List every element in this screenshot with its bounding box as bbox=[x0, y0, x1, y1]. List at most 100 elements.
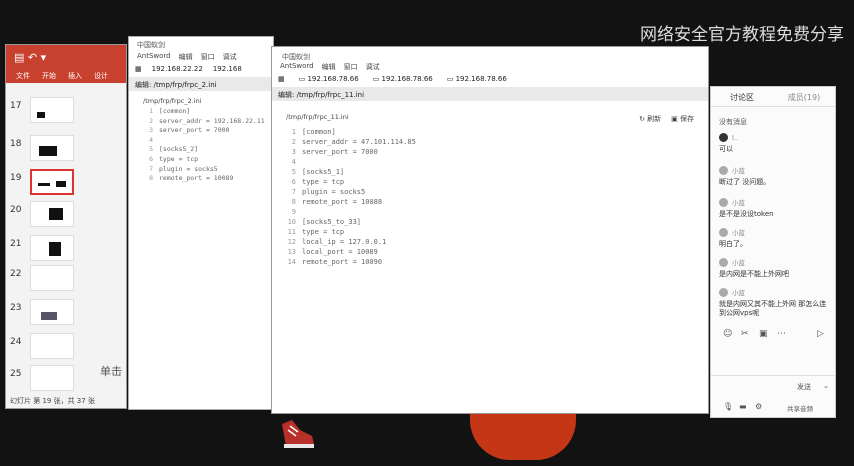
window-title: 中国蚁剑 bbox=[282, 53, 310, 61]
mic-icon[interactable]: 🎙 bbox=[723, 402, 733, 411]
slide-thumb-row[interactable]: 21 bbox=[6, 235, 126, 261]
tab-host[interactable]: ▭ 192.168.78.66 bbox=[447, 75, 507, 85]
line-number: 14 bbox=[287, 258, 296, 266]
slide-thumb-row[interactable]: 22 bbox=[6, 265, 126, 291]
tab-host[interactable]: ▭ 192.168.78.66 bbox=[373, 75, 433, 85]
slide-thumb-row[interactable]: 18 bbox=[6, 135, 126, 161]
line-number: 7 bbox=[291, 188, 296, 196]
menu-debug[interactable]: 调试 bbox=[366, 62, 380, 72]
menu-debug[interactable]: 调试 bbox=[223, 52, 237, 62]
line-number: 5 bbox=[291, 168, 296, 176]
code-editor[interactable]: 1 [common] 2 server_addr = 47.101.114.85 3… bbox=[272, 123, 708, 267]
avatar bbox=[719, 227, 728, 237]
slide-thumbnail-selected[interactable] bbox=[30, 169, 74, 195]
message-text: 断过了 没问题。 bbox=[719, 178, 771, 186]
send-button[interactable]: 发送 bbox=[797, 382, 811, 392]
home-icon[interactable]: ▦ bbox=[278, 75, 285, 85]
tab-discussion[interactable]: 讨论区 bbox=[711, 87, 773, 106]
code-text: type = tcp bbox=[159, 154, 199, 163]
menu-edit[interactable]: 编辑 bbox=[322, 62, 336, 72]
save-label: 保存 bbox=[680, 115, 694, 123]
code-line: 8 remote_port = 10088 bbox=[282, 197, 708, 207]
file-path: /tmp/frp/frpc_2.ini bbox=[143, 97, 202, 105]
slide-placeholder-text: 单击 bbox=[100, 365, 122, 378]
line-number: 8 bbox=[149, 174, 153, 183]
slide-thumb-row[interactable]: 23 bbox=[6, 299, 126, 325]
slide-thumbnail[interactable] bbox=[30, 97, 74, 123]
chat-message: 小蓝 是内网是不能上外网吧 bbox=[719, 257, 831, 279]
code-line: 4 bbox=[282, 157, 708, 167]
editor-title: 编辑: /tmp/frp/frpc_2.ini bbox=[129, 77, 273, 91]
tab-members[interactable]: 成员(19) bbox=[773, 87, 835, 106]
ppt-tab-design[interactable]: 设计 bbox=[94, 71, 108, 81]
tab-host[interactable]: ▭ 192.168.78.66 bbox=[299, 75, 359, 85]
line-number: 1 bbox=[291, 128, 296, 136]
chevron-down-icon[interactable]: ⌄ bbox=[823, 382, 829, 390]
slide-number: 24 bbox=[10, 337, 22, 347]
slide-thumbnail[interactable] bbox=[30, 365, 74, 391]
code-text: plugin = socks5 bbox=[159, 164, 218, 173]
red-object-image bbox=[470, 414, 576, 460]
menu-antsword[interactable]: AntSword bbox=[137, 52, 171, 62]
image-icon[interactable]: ▣ bbox=[759, 329, 768, 339]
code-editor[interactable]: 1 [common] 2 server_addr = 192.168.22.11 3… bbox=[129, 107, 273, 184]
refresh-button[interactable]: ↻ 刷新 bbox=[639, 114, 661, 124]
code-line: 7 plugin = socks5 bbox=[282, 187, 708, 197]
more-icon[interactable]: ⋯ bbox=[777, 329, 786, 339]
slide-thumbnail[interactable] bbox=[30, 333, 74, 359]
code-line: 12 local_ip = 127.0.0.1 bbox=[282, 237, 708, 247]
code-line: 2 server_addr = 192.168.22.11 bbox=[139, 117, 273, 127]
ppt-tab-home[interactable]: 开始 bbox=[42, 71, 56, 81]
play-icon[interactable]: ▷ bbox=[817, 329, 824, 339]
code-text: [socks5_1] bbox=[302, 168, 345, 176]
settings-icon[interactable]: ⚙ bbox=[755, 402, 762, 411]
ppt-status-bar: 幻灯片 第 19 张，共 37 张 bbox=[10, 397, 95, 405]
slide-thumbnail[interactable] bbox=[30, 235, 74, 261]
slide-thumbnail[interactable] bbox=[30, 135, 74, 161]
slide-number: 21 bbox=[10, 239, 22, 249]
code-line: 3 server_port = 7000 bbox=[282, 147, 708, 157]
line-number: 13 bbox=[287, 248, 296, 256]
speaker-icon[interactable]: ▬ bbox=[739, 402, 747, 411]
line-number: 8 bbox=[291, 198, 296, 206]
slide-thumbnail[interactable] bbox=[30, 201, 74, 227]
slide-thumbnail[interactable] bbox=[30, 299, 74, 325]
avatar bbox=[719, 257, 728, 267]
slide-thumb-row[interactable]: 17 bbox=[6, 97, 126, 123]
chat-input-area[interactable]: 发送 ⌄ 🎙 ▬ ⚙ 共享音频 bbox=[711, 375, 835, 417]
message-text: 明白了。 bbox=[719, 240, 747, 248]
code-text: plugin = socks5 bbox=[302, 188, 366, 196]
tab-host[interactable]: 192.168 bbox=[213, 65, 242, 75]
chat-tabs: 讨论区 成员(19) bbox=[711, 87, 835, 107]
code-line: 6 type = tcp bbox=[282, 177, 708, 187]
tab-host[interactable]: 192.168.22.22 bbox=[152, 65, 203, 75]
emoji-icon[interactable]: ☺ bbox=[723, 329, 732, 339]
tab-host-label: 192.168.78.66 bbox=[307, 75, 359, 83]
slide-thumb-row[interactable]: 20 bbox=[6, 201, 126, 227]
chat-notice: 没有消息 bbox=[719, 118, 747, 126]
code-line: 1 [common] bbox=[139, 107, 273, 117]
code-text: server_addr = 192.168.22.11 bbox=[159, 116, 265, 125]
ppt-tab-insert[interactable]: 插入 bbox=[68, 71, 82, 81]
slide-thumb-row[interactable]: 19 bbox=[6, 169, 126, 195]
slide-thumbnail[interactable] bbox=[30, 265, 74, 291]
line-number: 4 bbox=[149, 135, 153, 144]
menu-antsword[interactable]: AntSword bbox=[280, 62, 314, 72]
line-number: 12 bbox=[287, 238, 296, 246]
code-text: server_addr = 47.101.114.85 bbox=[302, 138, 416, 146]
save-button[interactable]: ▣ 保存 bbox=[671, 114, 694, 124]
ppt-tab-file[interactable]: 文件 bbox=[16, 71, 30, 81]
sender-name: 小蓝 bbox=[732, 229, 745, 237]
slide-thumb-row[interactable]: 24 bbox=[6, 333, 126, 359]
home-icon[interactable]: ▦ bbox=[135, 65, 142, 75]
menu-window[interactable]: 窗口 bbox=[344, 62, 358, 72]
scissors-icon[interactable]: ✂ bbox=[741, 329, 749, 339]
chat-message: 小蓝 明白了。 bbox=[719, 227, 831, 249]
menu-edit[interactable]: 编辑 bbox=[179, 52, 193, 62]
code-text: [socks5_2] bbox=[159, 145, 199, 154]
slide-number: 18 bbox=[10, 139, 22, 149]
menu-window[interactable]: 窗口 bbox=[201, 52, 215, 62]
tab-host-label: 192.168.78.66 bbox=[381, 75, 433, 83]
avatar bbox=[719, 133, 728, 142]
quick-access-icons[interactable]: ▤ ↶ ▾ bbox=[14, 51, 46, 64]
